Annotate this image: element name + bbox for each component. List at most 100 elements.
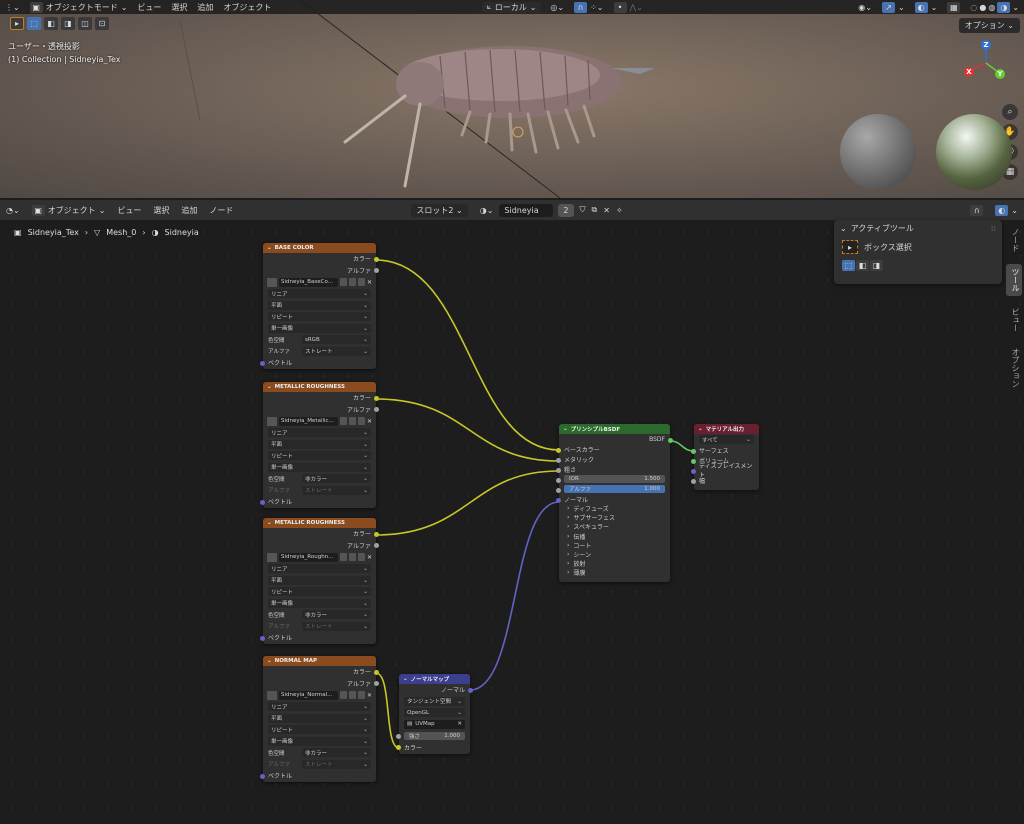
bsdf-subpanel[interactable]: › スペキュラー [559,522,670,531]
image-thumbnail-icon[interactable] [267,552,277,562]
gl-dropdown[interactable]: OpenGL [399,707,470,719]
colorspace-dropdown[interactable]: 非カラー [302,748,371,758]
material-browse-button[interactable]: ◑⌄ [474,206,500,215]
tab-node[interactable]: ノード [1006,224,1022,256]
snap-toggle[interactable]: ∩ ⁘⌄ [569,1,608,13]
menu-node[interactable]: ノード [203,205,239,216]
shading-modes[interactable]: ◌ ● ◍ ◑ ⌄ [965,1,1024,13]
node-header[interactable]: ⌄ プリンシプルBSDF [559,424,670,434]
bsdf-subpanel[interactable]: › 放射 [559,559,670,568]
fake-user-shield-icon[interactable]: ⛉ [580,205,586,215]
menu-add[interactable]: 追加 [175,205,203,216]
menu-view[interactable]: ビュー [132,2,166,13]
duplicate-icon[interactable]: ⧉ [592,205,598,215]
source-dropdown[interactable]: 単一画像 [263,598,376,610]
projection-dropdown[interactable]: 平面 [263,713,376,725]
interpolation-dropdown[interactable]: リニア [263,701,376,713]
socket-metallic-in[interactable] [556,457,561,463]
select-extend-button[interactable]: ◧ [44,17,58,30]
open-folder-icon[interactable] [357,691,365,699]
rendered-shading-icon[interactable]: ◑ [997,1,1011,13]
open-folder-icon[interactable] [357,278,365,286]
close-icon[interactable]: ✕ [367,692,372,699]
breadcrumb-material[interactable]: Sidneyia [165,228,199,237]
image-selector[interactable]: Sidneyia_BaseCo... ✕ [263,276,376,288]
projection-dropdown[interactable]: 平面 [263,439,376,451]
socket-vector-in[interactable] [260,773,265,779]
projection-dropdown[interactable]: 平面 [263,575,376,587]
socket-bsdf-out[interactable] [668,437,673,443]
principled-bsdf-node[interactable]: ⌄ プリンシプルBSDF BSDF ベースカラー メタリック 粗さ IOR 1.50… [556,424,673,582]
3d-viewport[interactable]: ⋮⌄ ▣ オブジェクトモード ⌄ ビュー 選択 追加 オブジェクト ⟀ ローカル ⌄… [0,0,1024,198]
socket-ior-in[interactable] [556,477,561,483]
extension-dropdown[interactable]: リピート [263,311,376,323]
bsdf-subpanel[interactable]: › 伝播 [559,532,670,541]
source-dropdown[interactable]: 単一画像 [263,736,376,748]
gizmo-y-axis[interactable]: Y [995,69,1005,79]
fake-user-icon[interactable] [339,553,347,561]
drag-handle-icon[interactable]: ⁞⁞ [991,224,996,233]
socket-strength-in[interactable] [396,733,401,739]
projection-dropdown[interactable]: 平面 [263,300,376,312]
material-shading-icon[interactable]: ◍ [988,3,995,12]
socket-thickness-in[interactable] [691,478,696,484]
uvmap-field[interactable]: ▤ UVMap ✕ [399,719,470,731]
colorspace-dropdown[interactable]: 非カラー [302,474,371,484]
shader-type-dropdown[interactable]: ▣ オブジェクト ⌄ [26,204,112,216]
fake-user-icon[interactable] [339,691,347,699]
node-header[interactable]: ⌄ ノーマルマップ [399,674,470,684]
socket-color-out[interactable] [374,395,379,401]
node-editor-canvas[interactable] [0,220,1024,824]
select-tool-button[interactable]: ▸ [10,17,24,30]
image-texture-node-metallic[interactable]: ⌄ METALLIC ROUGHNESS カラー アルファ Sidneyia_Metal… [260,382,379,508]
duplicate-icon[interactable] [348,691,356,699]
image-thumbnail-icon[interactable] [267,277,277,287]
socket-basecolor-in[interactable] [556,447,561,453]
alpha-slider[interactable]: アルファ 1.000 [556,484,670,494]
menu-select[interactable]: 選択 [147,205,175,216]
solid-shading-icon[interactable]: ● [979,3,986,12]
ior-slider[interactable]: IOR 1.500 [556,474,670,484]
open-folder-icon[interactable] [357,417,365,425]
colorspace-dropdown[interactable]: 非カラー [302,610,371,620]
snap-icon[interactable]: ∩ [964,204,989,216]
user-count[interactable]: 2 [558,203,574,217]
alpha-mode-dropdown[interactable]: ストレート [302,759,371,769]
slot-dropdown[interactable]: スロット2 ⌄ [405,203,473,217]
overlay-toggle[interactable]: ◐ ⌄ [989,204,1024,216]
clear-icon[interactable]: ✕ [457,721,462,727]
image-selector[interactable]: Sidneyia_Roughn... ✕ [263,551,376,563]
colorspace-dropdown[interactable]: sRGB [302,335,371,345]
alpha-mode-dropdown[interactable]: ストレート [302,621,371,631]
interpolation-dropdown[interactable]: リニア [263,563,376,575]
node-header[interactable]: ⌄ METALLIC ROUGHNESS [263,382,376,392]
socket-alpha-in[interactable] [556,487,561,493]
socket-surface-in[interactable] [691,448,696,454]
socket-volume-in[interactable] [691,458,696,464]
node-header[interactable]: ⌄ NORMAL MAP [263,656,376,666]
socket-color-in[interactable] [396,745,401,750]
close-icon[interactable]: ✕ [367,554,372,561]
node-header[interactable]: ⌄ BASE COLOR [263,243,376,253]
unlink-close-icon[interactable]: ✕ [603,206,610,215]
socket-normal-out[interactable] [468,687,473,693]
interpolation-dropdown[interactable]: リニア [263,288,376,300]
socket-vector-in[interactable] [260,360,265,366]
active-tool-row[interactable]: ▸ ボックス選択 [834,236,1002,258]
bsdf-subpanel[interactable]: › シーン [559,550,670,559]
menu-view[interactable]: ビュー [111,205,147,216]
socket-alpha-out[interactable] [374,681,379,686]
pivot-dropdown[interactable]: ◎⌄ [545,3,569,12]
extension-dropdown[interactable]: リピート [263,586,376,598]
image-texture-node-normal[interactable]: ⌄ NORMAL MAP カラー アルファ Sidneyia_Normal... ✕ リニア… [260,656,379,782]
alpha-mode-dropdown[interactable]: ストレート [302,485,371,495]
socket-alpha-out[interactable] [374,268,379,273]
socket-normal-in[interactable] [556,497,561,503]
breadcrumb-mesh[interactable]: Mesh_0 [106,228,136,237]
bsdf-subpanel[interactable]: › コート [559,541,670,550]
close-icon[interactable]: ✕ [367,418,372,425]
interpolation-dropdown[interactable]: リニア [263,427,376,439]
node-header[interactable]: ⌄ METALLIC ROUGHNESS [263,518,376,528]
select-subtract-button[interactable]: ◨ [61,17,75,30]
navigation-gizmo[interactable]: Z X Y [956,38,1016,88]
